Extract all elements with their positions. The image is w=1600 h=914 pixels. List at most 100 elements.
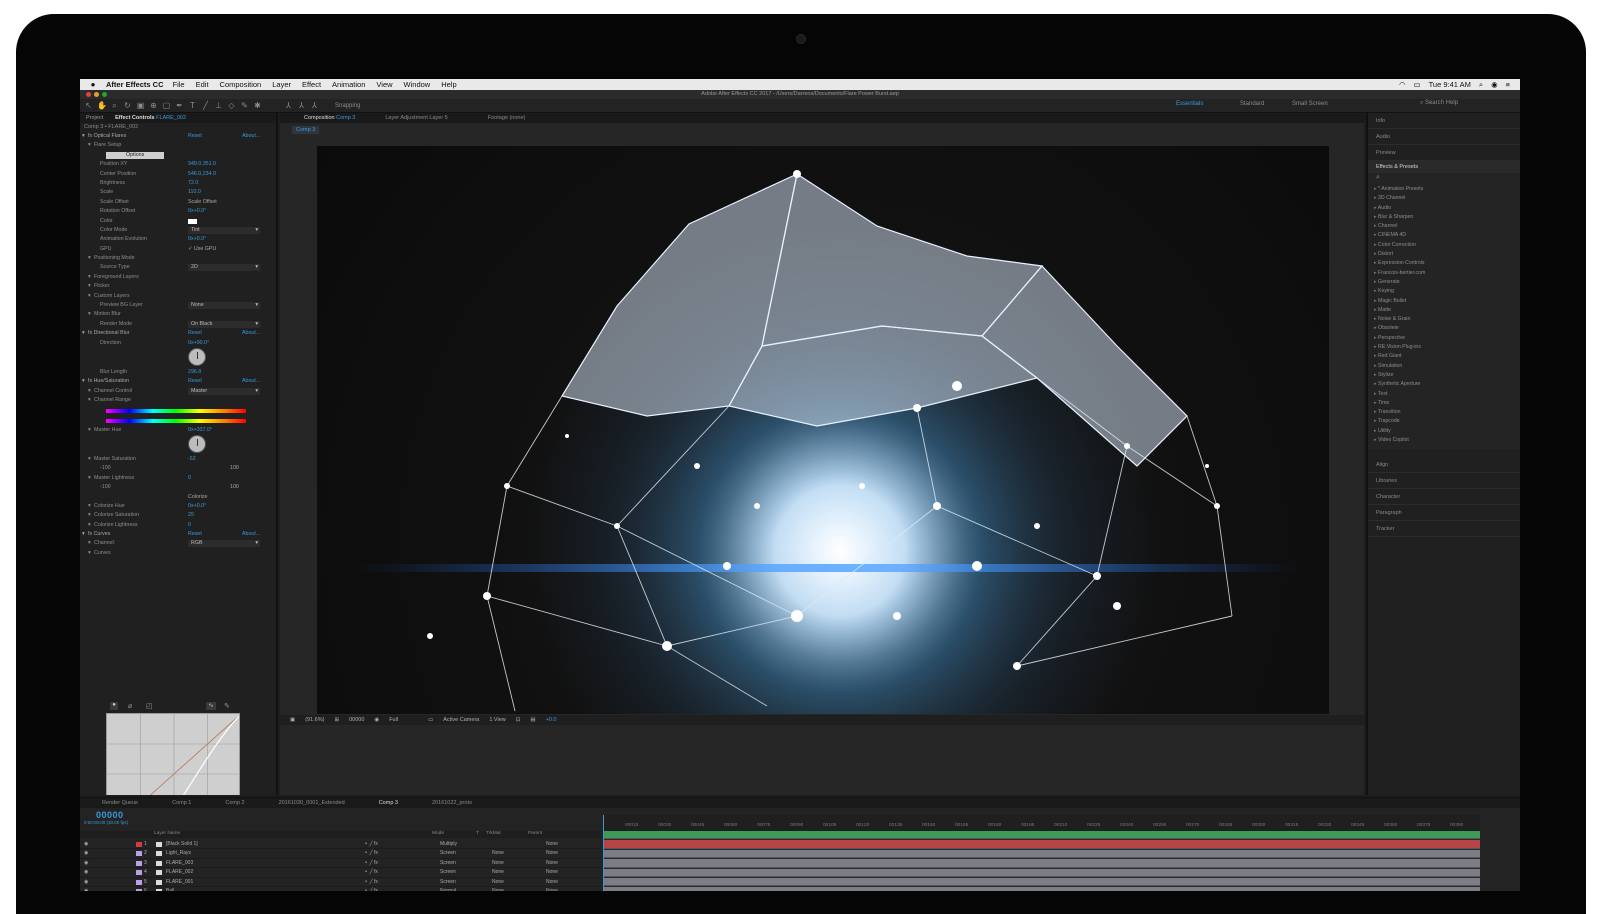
- layer-row[interactable]: ◉ 5 FLARE_001 ⚬ ╱ fx Screen None None: [80, 878, 600, 887]
- layer-parent[interactable]: None: [546, 878, 558, 887]
- effects-category[interactable]: Audio: [1368, 204, 1520, 213]
- effect-prop-row[interactable]: -100 100: [80, 483, 276, 492]
- effect-prop-value[interactable]: Reset: [188, 377, 202, 386]
- workspace-small-screen[interactable]: Small Screen: [1292, 101, 1328, 107]
- disclosure-triangle-icon[interactable]: ▾: [88, 502, 91, 511]
- disclosure-triangle-icon[interactable]: ▾: [88, 549, 91, 558]
- camera-view-dropdown[interactable]: Active Camera: [443, 717, 479, 723]
- wifi-icon[interactable]: ◠: [1399, 80, 1406, 89]
- disclosure-triangle-icon[interactable]: ▾: [88, 254, 91, 263]
- options-button[interactable]: Options: [106, 151, 165, 159]
- camera-tool-icon[interactable]: ▣: [136, 101, 145, 110]
- layer-mode[interactable]: Screen: [440, 878, 456, 887]
- effect-prop-value[interactable]: 72.0: [188, 179, 198, 188]
- effect-prop-value[interactable]: Reset: [188, 530, 202, 539]
- minimize-icon[interactable]: [94, 92, 99, 97]
- layer-row[interactable]: ◉ 6 Ball ⚬ ╱ fx Normal None None: [80, 887, 600, 891]
- disclosure-triangle-icon[interactable]: ▾: [88, 292, 91, 301]
- effects-category[interactable]: Francois-bertier.com: [1368, 269, 1520, 278]
- display-icon[interactable]: ▭: [1414, 80, 1421, 89]
- layer-row[interactable]: ◉ 1 [Black Solid 1] ⚬ ╱ fx Multiply None: [80, 840, 600, 850]
- disclosure-triangle-icon[interactable]: ▾: [88, 282, 91, 291]
- panel-character[interactable]: Character: [1368, 489, 1520, 506]
- panel-tracker[interactable]: Tracker: [1368, 521, 1520, 538]
- effects-category[interactable]: Expression Controls: [1368, 259, 1520, 268]
- effects-category[interactable]: Keying: [1368, 287, 1520, 296]
- disclosure-triangle-icon[interactable]: ▾: [88, 511, 91, 520]
- effects-category[interactable]: 3D Channel: [1368, 194, 1520, 203]
- effect-prop-row[interactable]: ▾ Master Saturation -52: [80, 455, 276, 464]
- effects-category[interactable]: Matte: [1368, 306, 1520, 315]
- hand-tool-icon[interactable]: ✋: [97, 101, 107, 110]
- layer-switches[interactable]: ⚬ ╱ fx: [364, 878, 378, 887]
- effect-prop-row[interactable]: Render Mode On Black: [80, 320, 276, 329]
- comp-breadcrumb[interactable]: Comp 3: [292, 126, 320, 134]
- disclosure-triangle-icon[interactable]: ▾: [88, 426, 91, 435]
- curve-smooth-icon[interactable]: ⌀: [128, 702, 132, 710]
- workspace-standard[interactable]: Standard: [1240, 101, 1264, 107]
- effect-prop-value[interactable]: 25: [188, 511, 194, 520]
- effects-category[interactable]: Video Copilot: [1368, 436, 1520, 445]
- tab-project[interactable]: Project: [86, 115, 103, 121]
- effect-prop-value[interactable]: 0x+0.0°: [188, 207, 206, 216]
- effect-prop-dropdown[interactable]: Tint: [188, 226, 260, 234]
- search-help-field[interactable]: ⌕ Search Help: [1420, 100, 1458, 107]
- effect-prop-row[interactable]: Preview BG Layer None: [80, 301, 276, 310]
- effects-category[interactable]: Noise & Grain: [1368, 315, 1520, 324]
- effect-prop-value[interactable]: 100: [230, 464, 239, 473]
- effects-presets-title[interactable]: Effects & Presets: [1368, 161, 1520, 173]
- current-time-indicator[interactable]: [603, 815, 604, 891]
- effect-prop-row[interactable]: ▾ fx Hue/Saturation Reset About...: [80, 377, 276, 386]
- layer-trkmat[interactable]: None: [492, 868, 504, 877]
- effect-prop-dropdown[interactable]: 2D: [188, 264, 260, 272]
- puppet-pin-tool-icon[interactable]: ✱: [253, 101, 262, 110]
- layer-switches[interactable]: ⚬ ╱ fx: [364, 849, 378, 858]
- rectangle-tool-icon[interactable]: ▢: [162, 101, 171, 110]
- effect-prop-value[interactable]: Reset: [188, 329, 202, 338]
- clock[interactable]: Tue 9:41 AM: [1429, 80, 1471, 89]
- timecode[interactable]: 00000: [349, 717, 364, 723]
- tab-composition-comp3[interactable]: Composition Comp 3: [304, 115, 355, 121]
- effect-prop-row[interactable]: Direction 0x+90.0°: [80, 339, 276, 348]
- visibility-eye-icon[interactable]: ◉: [84, 840, 88, 849]
- menu-item-composition[interactable]: Composition: [220, 80, 262, 89]
- layer-switches[interactable]: ⚬ ╱ fx: [364, 868, 378, 877]
- timeline-tab[interactable]: Comp 2: [213, 800, 256, 806]
- user-icon[interactable]: ◉: [1491, 80, 1498, 89]
- effect-prop-row[interactable]: ▾ Positioning Mode: [80, 254, 276, 263]
- tab-footage[interactable]: Footage (none): [488, 115, 526, 121]
- effects-category[interactable]: Synthetic Aperture: [1368, 380, 1520, 389]
- about-link[interactable]: About...: [242, 530, 260, 539]
- effect-prop-value[interactable]: Scale Offset: [188, 198, 217, 207]
- effect-prop-dropdown[interactable]: Master: [188, 387, 260, 395]
- effect-prop-row[interactable]: -100 100: [80, 464, 276, 473]
- layer-label-color[interactable]: [136, 879, 142, 885]
- effect-prop-value[interactable]: 0x+337.0°: [188, 426, 212, 435]
- effects-category[interactable]: Perspective: [1368, 334, 1520, 343]
- visibility-eye-icon[interactable]: ◉: [84, 849, 88, 858]
- view-layout-dropdown[interactable]: 1 View: [489, 717, 505, 723]
- layer-duration-bar[interactable]: [603, 831, 1480, 840]
- type-tool-icon[interactable]: T: [188, 101, 197, 110]
- timeline-tab[interactable]: 20161030_0001_Extended: [267, 800, 357, 806]
- angle-dial[interactable]: [188, 347, 206, 366]
- effect-prop-value[interactable]: 110.0: [188, 188, 201, 197]
- effect-prop-value[interactable]: 949.0,351.0: [188, 160, 216, 169]
- effect-prop-row[interactable]: Rotation Offset 0x+0.0°: [80, 207, 276, 216]
- effect-prop-value[interactable]: Reset: [188, 132, 202, 141]
- effects-category[interactable]: Magic Bullet: [1368, 297, 1520, 306]
- effect-prop-row[interactable]: Brightness 72.0: [80, 179, 276, 188]
- effect-prop-row[interactable]: ▾ Master Lightness 0: [80, 474, 276, 483]
- grid-icon[interactable]: ⊞: [334, 717, 339, 723]
- menu-item-view[interactable]: View: [376, 80, 392, 89]
- layer-trkmat[interactable]: None: [492, 878, 504, 887]
- effect-prop-row[interactable]: ▾ Flicker: [80, 282, 276, 291]
- disclosure-triangle-icon[interactable]: ▾: [88, 396, 91, 405]
- disclosure-triangle-icon[interactable]: ▾: [88, 310, 91, 319]
- effect-prop-value[interactable]: 0: [188, 474, 191, 483]
- zoom-dropdown[interactable]: (91.6%): [305, 717, 324, 723]
- apple-icon[interactable]: ●: [88, 80, 98, 89]
- tab-effect-controls[interactable]: Effect Controls FLARE_002: [115, 115, 186, 121]
- layer-duration-bar[interactable]: [603, 859, 1480, 868]
- about-link[interactable]: About...: [242, 329, 260, 338]
